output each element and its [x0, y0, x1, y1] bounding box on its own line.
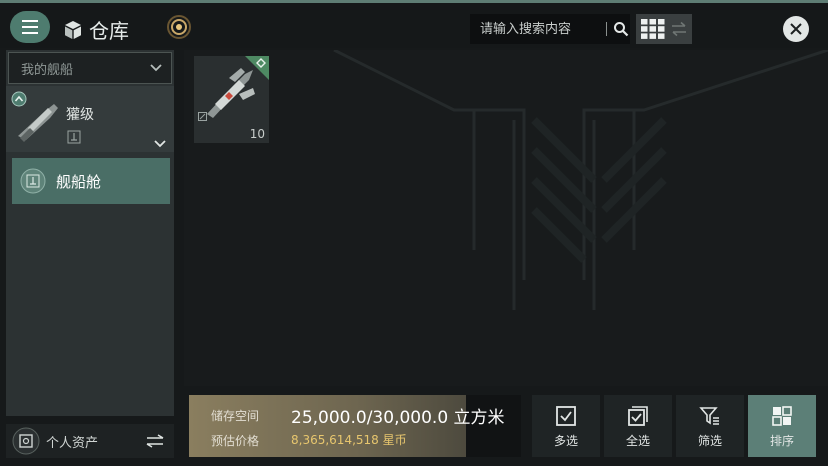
- select-all-button[interactable]: 全选: [604, 395, 672, 457]
- background-pattern: [333, 50, 828, 310]
- price-label: 预估价格: [211, 434, 260, 448]
- sort-label: 排序: [769, 434, 794, 448]
- multi-select-button[interactable]: 多选: [532, 395, 600, 457]
- storage-panel: 储存空间 25,000.0/30,000.0 立方米 预估价格 8,365,61…: [189, 395, 521, 457]
- sort-icon: [772, 406, 792, 426]
- view-toggle[interactable]: [636, 14, 692, 44]
- ship-icon: [18, 104, 58, 142]
- select-all-label: 全选: [625, 434, 650, 448]
- grid-view-icon[interactable]: [641, 19, 665, 39]
- sidebar: 我的舰船 獾级 舰船舱: [6, 50, 174, 416]
- search-divider: [606, 22, 607, 36]
- filter-icon: [699, 407, 719, 425]
- expand-chevron-icon[interactable]: [153, 139, 167, 149]
- assets-label: 个人资产: [46, 435, 99, 451]
- item-type-icon: [198, 112, 207, 121]
- filter-label: 筛选: [697, 434, 722, 448]
- chevron-down-icon: [150, 64, 162, 72]
- inventory-grid: [184, 50, 828, 386]
- hangar-icon: [20, 168, 46, 194]
- hamburger-icon: [22, 18, 38, 36]
- inventory-item[interactable]: 10: [194, 56, 269, 143]
- item-corner-badge: [245, 56, 269, 80]
- ship-name: 獾级: [66, 107, 94, 123]
- swap-icon[interactable]: [670, 21, 688, 37]
- ship-class-icon: [67, 130, 81, 144]
- ship-filter-dropdown[interactable]: 我的舰船: [8, 52, 172, 84]
- dropdown-label: 我的舰船: [21, 62, 74, 78]
- ship-entry[interactable]: 獾级: [6, 86, 174, 152]
- search-icon[interactable]: [613, 21, 629, 37]
- transfer-icon[interactable]: [144, 434, 166, 448]
- hangar-label: 舰船舱: [56, 172, 102, 191]
- close-button[interactable]: [783, 16, 809, 42]
- capacity-label: 储存空间: [211, 409, 260, 423]
- top-bar: 仓库: [0, 3, 828, 48]
- beacon-icon[interactable]: [166, 14, 192, 40]
- select-all-icon: [628, 406, 648, 426]
- menu-button[interactable]: [10, 11, 50, 43]
- hangar-item[interactable]: 舰船舱: [12, 158, 170, 204]
- assets-icon: [12, 427, 40, 455]
- sort-button[interactable]: 排序: [748, 395, 816, 457]
- page-title: 仓库: [89, 19, 129, 43]
- title-area: 仓库: [63, 15, 129, 44]
- search-input[interactable]: [478, 20, 600, 38]
- search-box: [470, 14, 630, 44]
- filter-button[interactable]: 筛选: [676, 395, 744, 457]
- box-icon: [65, 20, 81, 39]
- close-icon: [790, 23, 802, 35]
- checkbox-icon: [556, 406, 576, 426]
- price-value: 8,365,614,518 星币: [291, 433, 407, 447]
- personal-assets-button[interactable]: 个人资产: [6, 424, 174, 458]
- capacity-value: 25,000.0/30,000.0 立方米: [291, 408, 505, 428]
- multi-select-label: 多选: [553, 434, 578, 448]
- item-count: 10: [249, 127, 265, 141]
